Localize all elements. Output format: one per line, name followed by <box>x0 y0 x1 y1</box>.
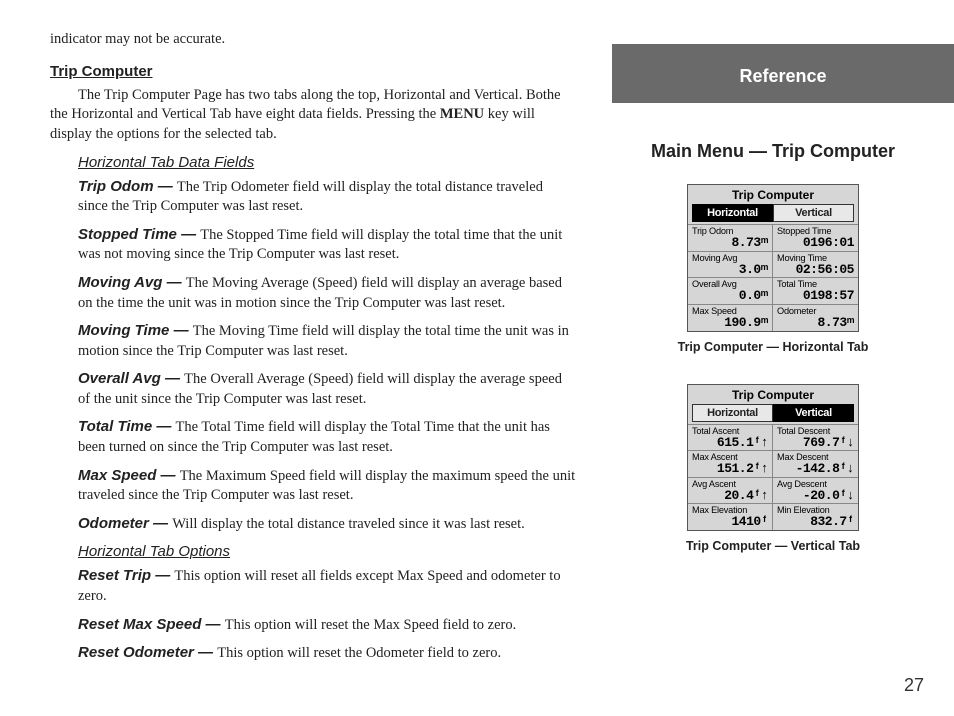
device-cell: Odometer8.73ᵐ <box>773 304 858 331</box>
field-term: Reset Max Speed — <box>78 616 225 633</box>
device-cell: Max Descent-142.8ᶠ↓ <box>773 450 858 477</box>
cell-value: 1410ᶠ <box>692 515 768 529</box>
cell-value: -20.0ᶠ↓ <box>777 489 854 503</box>
device-title: Trip Computer <box>688 385 858 404</box>
device-cell: Overall Avg0.0ᵐ <box>688 277 773 304</box>
field-term: Reset Trip — <box>78 567 174 584</box>
cell-value: -142.8ᶠ↓ <box>777 462 854 476</box>
device-cell: Total Descent769.7ᶠ↓ <box>773 424 858 451</box>
field-para: Overall Avg — The Overall Average (Speed… <box>78 369 576 409</box>
reference-bar: Reference <box>612 44 954 103</box>
horizontal-options-title: Horizontal Tab Options <box>78 542 576 562</box>
field-term: Odometer — <box>78 515 172 532</box>
section-intro: The Trip Computer Page has two tabs alon… <box>50 86 576 145</box>
device-screenshot-vertical: Trip Computer HorizontalVertical Total A… <box>687 384 859 532</box>
cell-value: 615.1ᶠ↑ <box>692 436 768 450</box>
caption-horizontal: Trip Computer — Horizontal Tab <box>618 340 928 354</box>
cell-value: 190.9ᵐ <box>692 316 768 330</box>
field-term: Total Time — <box>78 418 176 435</box>
device-cell: Avg Ascent20.4ᶠ↑ <box>688 477 773 504</box>
device-cell: Min Elevation832.7ᶠ <box>773 503 858 530</box>
main-text-column: indicator may not be accurate. Trip Comp… <box>0 0 596 716</box>
field-para: Moving Time — The Moving Time field will… <box>78 321 576 361</box>
field-para: Odometer — Will display the total distan… <box>78 514 576 535</box>
field-term: Reset Odometer — <box>78 644 217 661</box>
field-para: Moving Avg — The Moving Average (Speed) … <box>78 273 576 313</box>
device-cell: Total Time0198:57 <box>773 277 858 304</box>
field-desc: This option will reset the Max Speed fie… <box>225 617 517 633</box>
field-term: Max Speed — <box>78 467 180 484</box>
device-cell: Avg Descent-20.0ᶠ↓ <box>773 477 858 504</box>
field-para: Max Speed — The Maximum Speed field will… <box>78 466 576 506</box>
field-term: Trip Odom — <box>78 178 177 195</box>
section-title: Trip Computer <box>50 62 576 82</box>
device-tab: Vertical <box>773 204 854 222</box>
cell-value: 769.7ᶠ↓ <box>777 436 854 450</box>
device-cell: Moving Avg3.0ᵐ <box>688 251 773 278</box>
field-para: Total Time — The Total Time field will d… <box>78 417 576 457</box>
cell-value: 151.2ᶠ↑ <box>692 462 768 476</box>
device-tab: Vertical <box>773 404 854 422</box>
cell-value: 8.73ᵐ <box>777 316 854 330</box>
field-desc: Will display the total distance traveled… <box>172 516 525 532</box>
cell-value: 0.0ᵐ <box>692 289 768 303</box>
intro-fragment: indicator may not be accurate. <box>50 30 576 50</box>
device-title: Trip Computer <box>688 185 858 204</box>
field-term: Overall Avg — <box>78 370 184 387</box>
field-para: Reset Odometer — This option will reset … <box>78 643 576 664</box>
device-cell: Max Elevation1410ᶠ <box>688 503 773 530</box>
cell-value: 8.73ᵐ <box>692 236 768 250</box>
device-cell: Stopped Time0196:01 <box>773 224 858 251</box>
device-tab: Horizontal <box>692 404 773 422</box>
caption-vertical: Trip Computer — Vertical Tab <box>618 539 928 553</box>
horizontal-fields-title: Horizontal Tab Data Fields <box>78 153 576 173</box>
cell-value: 3.0ᵐ <box>692 263 768 277</box>
device-cell: Max Speed190.9ᵐ <box>688 304 773 331</box>
cell-value: 0198:57 <box>777 289 854 303</box>
device-cell: Max Ascent151.2ᶠ↑ <box>688 450 773 477</box>
cell-value: 832.7ᶠ <box>777 515 854 529</box>
cell-value: 20.4ᶠ↑ <box>692 489 768 503</box>
cell-value: 0196:01 <box>777 236 854 250</box>
device-tab: Horizontal <box>692 204 773 222</box>
page-subhead: Main Menu — Trip Computer <box>618 141 928 162</box>
device-screenshot-horizontal: Trip Computer HorizontalVertical Trip Od… <box>687 184 859 332</box>
field-term: Moving Avg — <box>78 274 186 291</box>
field-para: Reset Trip — This option will reset all … <box>78 566 576 606</box>
device-cell: Trip Odom8.73ᵐ <box>688 224 773 251</box>
field-para: Reset Max Speed — This option will reset… <box>78 615 576 636</box>
page-number: 27 <box>904 675 924 696</box>
device-cell: Total Ascent615.1ᶠ↑ <box>688 424 773 451</box>
field-para: Stopped Time — The Stopped Time field wi… <box>78 225 576 265</box>
device-cell: Moving Time02:56:05 <box>773 251 858 278</box>
sidebar-column: Reference Main Menu — Trip Computer Trip… <box>596 0 954 716</box>
field-desc: This option will reset the Odometer fiel… <box>217 645 501 661</box>
menu-key: MENU <box>440 106 484 122</box>
field-term: Moving Time — <box>78 322 193 339</box>
cell-value: 02:56:05 <box>777 263 854 277</box>
field-para: Trip Odom — The Trip Odometer field will… <box>78 177 576 217</box>
field-term: Stopped Time — <box>78 226 200 243</box>
